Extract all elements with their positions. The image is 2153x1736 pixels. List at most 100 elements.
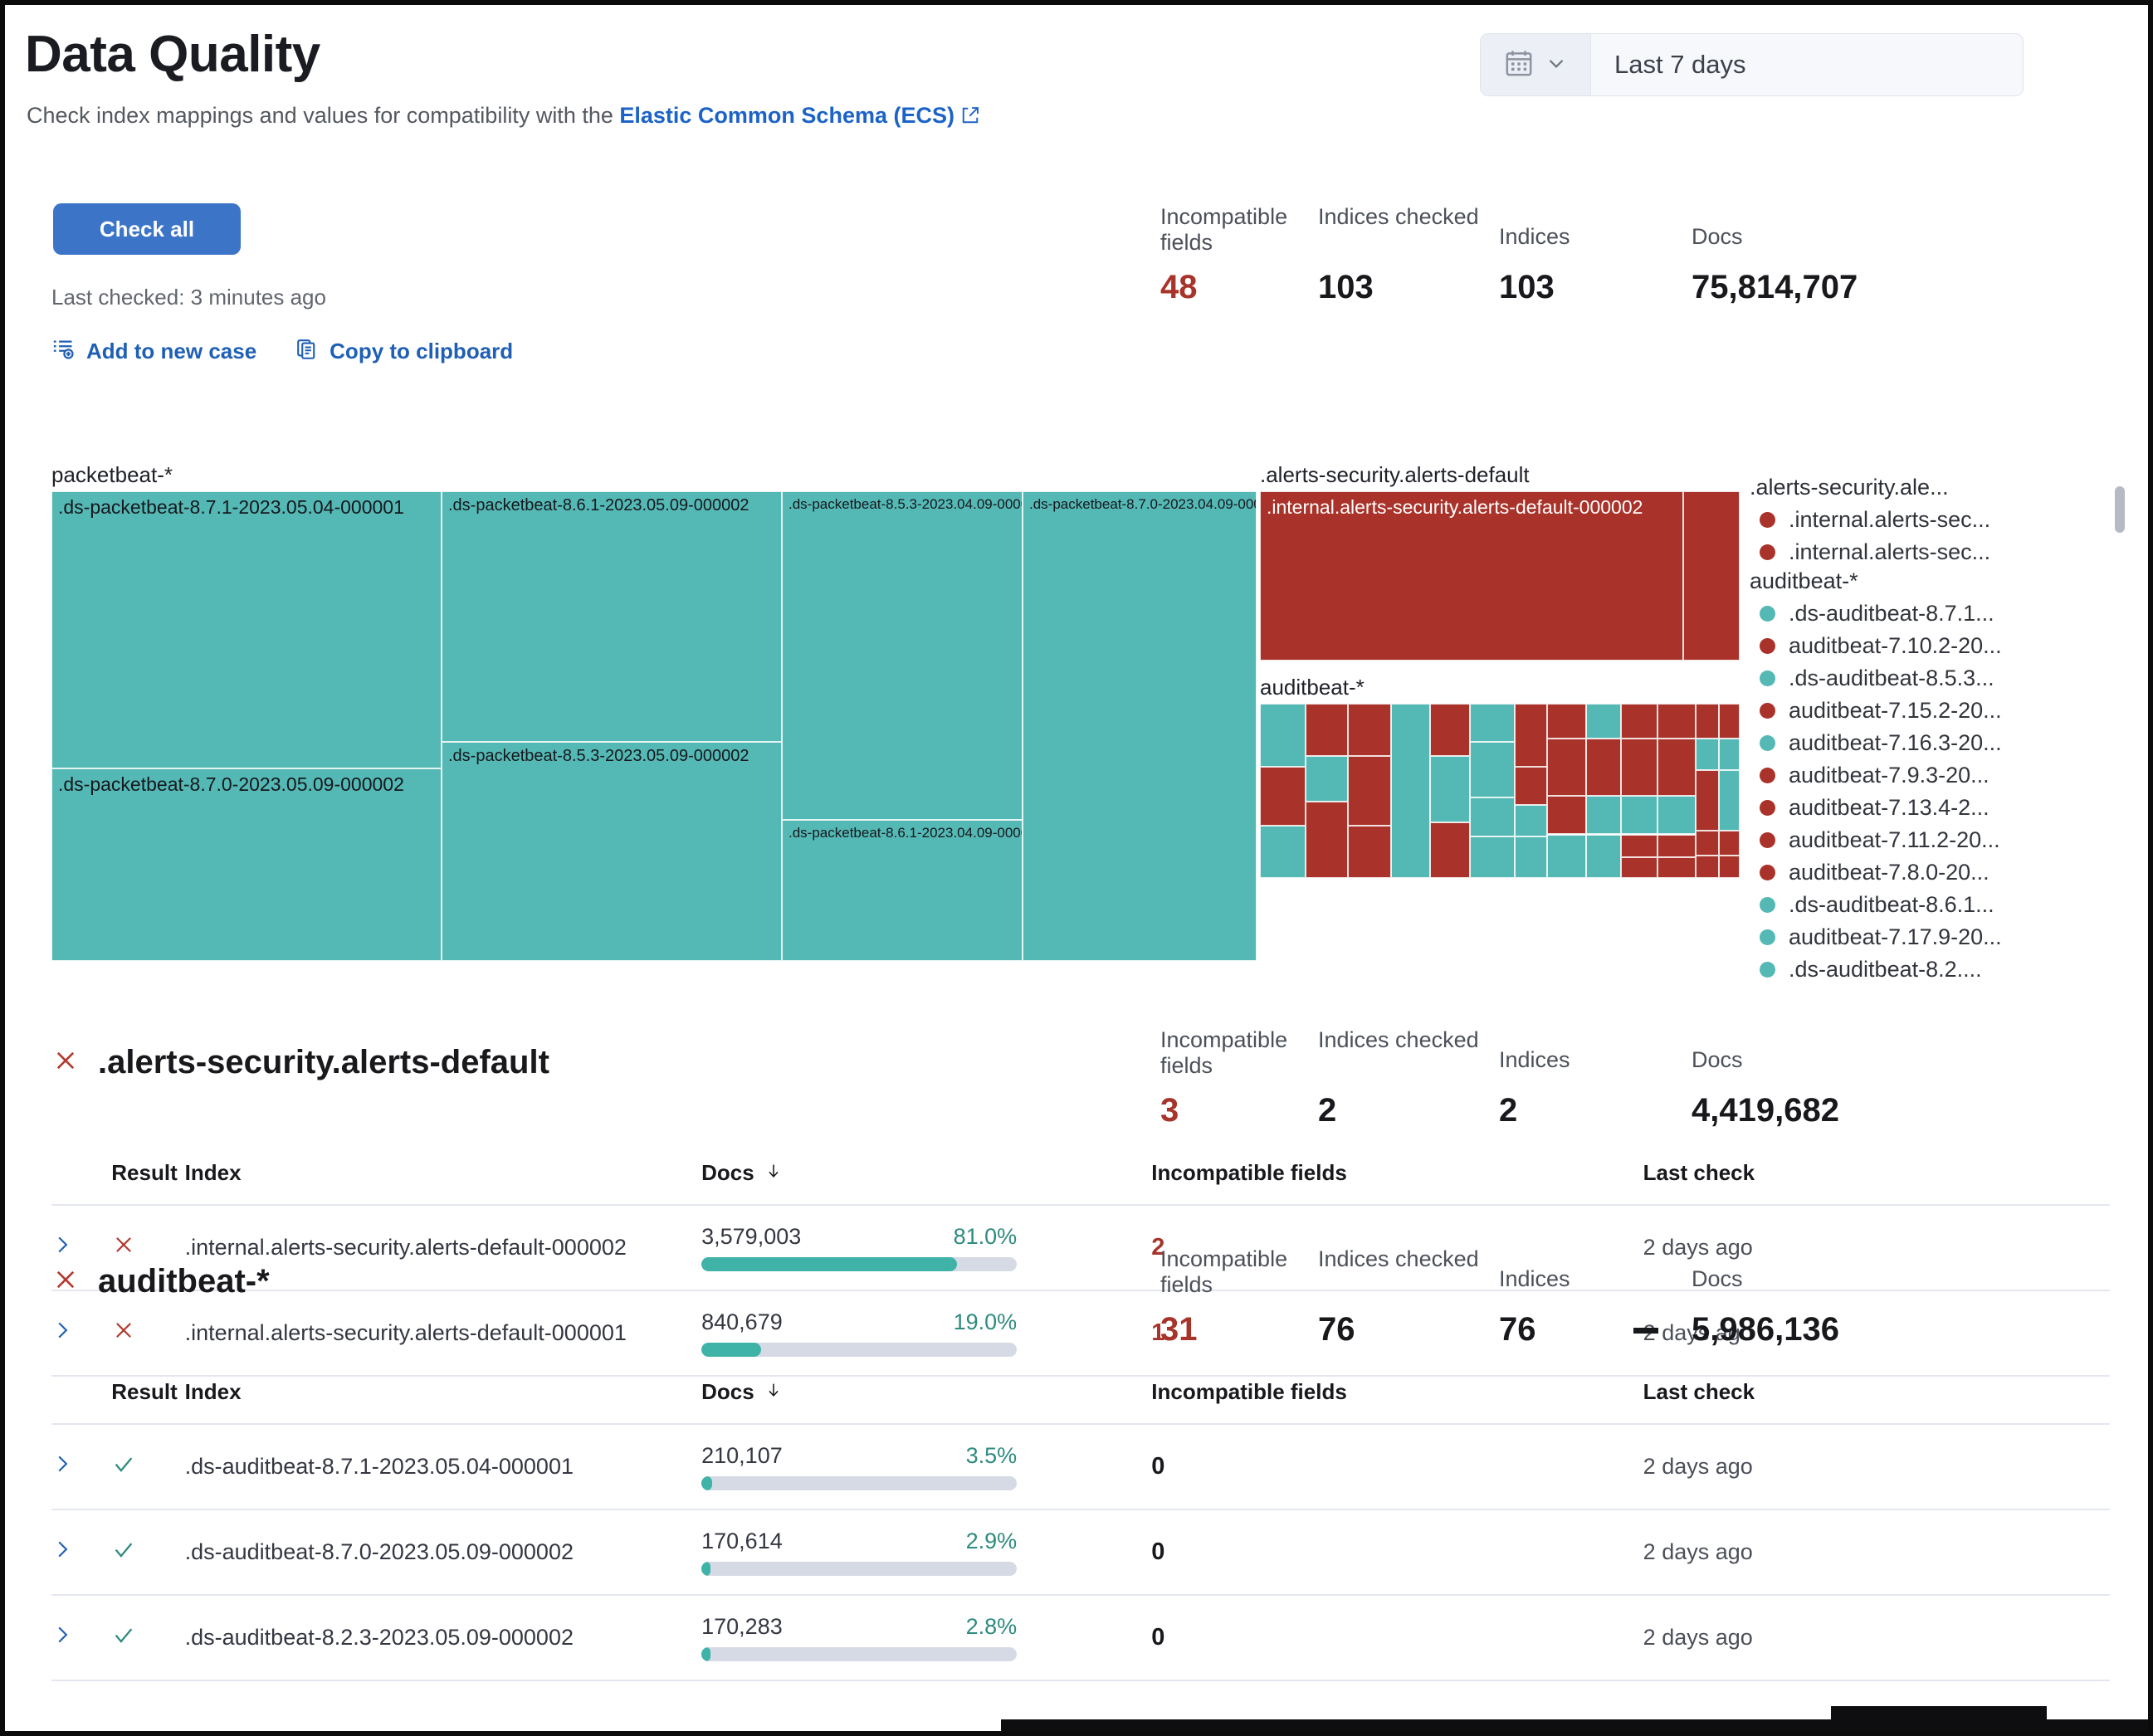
treemap-tile[interactable]: .ds-packetbeat-8.6.1-2023.05.09-000002 xyxy=(442,491,782,742)
treemap-tile[interactable] xyxy=(1260,767,1306,826)
treemap-legend[interactable]: .alerts-security.ale....internal.alerts-… xyxy=(1750,475,2024,981)
date-picker-quick-menu[interactable] xyxy=(1481,34,1591,95)
legend-item[interactable]: .ds-auditbeat-8.7.1... xyxy=(1750,597,2024,630)
copy-to-clipboard-button[interactable]: Copy to clipboard xyxy=(295,337,513,366)
treemap-tile[interactable]: .ds-packetbeat-8.5.3-2023.04.09-000001 xyxy=(782,491,1023,820)
treemap-tile[interactable] xyxy=(1515,836,1546,878)
column-header-docs[interactable]: Docs xyxy=(701,1160,1151,1205)
treemap-tile[interactable] xyxy=(1657,739,1696,796)
treemap-tile[interactable]: .ds-packetbeat-8.6.1-2023.04.09-000001 xyxy=(782,820,1023,961)
treemap-tile[interactable]: .internal.alerts-security.alerts-default… xyxy=(1260,491,1683,661)
legend-item[interactable]: auditbeat-7.9.3-20... xyxy=(1750,759,2024,792)
treemap-tile[interactable] xyxy=(1719,831,1740,855)
treemap-tile[interactable] xyxy=(1430,704,1469,756)
legend-item[interactable]: .ds-auditbeat-8.5.3... xyxy=(1750,662,2024,695)
add-to-new-case-button[interactable]: Add to new case xyxy=(51,337,256,366)
treemap-tile[interactable] xyxy=(1621,857,1657,878)
treemap-tile[interactable] xyxy=(1696,770,1719,831)
treemap-tile[interactable] xyxy=(1547,704,1586,739)
legend-item[interactable]: .ds-auditbeat-8.6.1... xyxy=(1750,889,2024,921)
expand-row-button[interactable] xyxy=(51,1509,111,1595)
date-range-value[interactable]: Last 7 days xyxy=(1591,50,2023,80)
column-header-incompatible-fields[interactable]: Incompatible fields xyxy=(1151,1160,1643,1205)
treemap-tile[interactable] xyxy=(1348,826,1391,878)
column-header-index[interactable]: Index xyxy=(185,1379,702,1424)
treemap-tile[interactable] xyxy=(1657,857,1696,878)
column-header-result[interactable]: Result xyxy=(111,1160,184,1205)
ecs-link[interactable]: Elastic Common Schema (ECS) xyxy=(619,103,954,128)
treemap-tile[interactable] xyxy=(1621,835,1657,857)
column-header-docs[interactable]: Docs xyxy=(701,1379,1151,1424)
date-range-picker[interactable]: Last 7 days xyxy=(1480,33,2024,96)
legend-item[interactable]: .ds-auditbeat-8.2.... xyxy=(1750,953,2024,981)
treemap-tile[interactable] xyxy=(1657,796,1696,834)
treemap-tile[interactable]: .ds-packetbeat-8.7.1-2023.05.04-000001 xyxy=(51,491,442,768)
column-header-last-check[interactable]: Last check xyxy=(1643,1160,2110,1205)
treemap-tile[interactable] xyxy=(1470,836,1516,878)
treemap-tile[interactable] xyxy=(1430,822,1469,878)
treemap-tile[interactable] xyxy=(1470,797,1516,836)
treemap-tile[interactable] xyxy=(1348,704,1391,756)
treemap-tile[interactable] xyxy=(1260,704,1306,767)
treemap-tile[interactable] xyxy=(1696,739,1719,770)
legend-item[interactable]: auditbeat-7.8.0-20... xyxy=(1750,856,2024,889)
treemap-tile[interactable] xyxy=(1683,491,1740,661)
column-header-result[interactable]: Result xyxy=(111,1379,184,1424)
expand-row-button[interactable] xyxy=(51,1595,111,1680)
treemap-tile[interactable] xyxy=(1657,835,1696,857)
treemap-tile[interactable] xyxy=(1719,770,1740,831)
treemap-tile[interactable] xyxy=(1391,704,1430,878)
treemap-tile[interactable] xyxy=(1306,756,1348,802)
legend-item[interactable]: auditbeat-7.16.3-20... xyxy=(1750,727,2024,759)
treemap-tile[interactable] xyxy=(1696,831,1719,855)
treemap-tile[interactable] xyxy=(1547,796,1586,834)
treemap-tile[interactable] xyxy=(1657,704,1696,739)
treemap-tile[interactable] xyxy=(1515,805,1546,836)
legend-item[interactable]: auditbeat-7.13.4-2... xyxy=(1750,792,2024,824)
treemap-tile[interactable] xyxy=(1586,739,1621,796)
legend-item[interactable]: auditbeat-7.17.9-20... xyxy=(1750,921,2024,953)
treemap-tile[interactable] xyxy=(1719,704,1740,739)
table-row[interactable]: .ds-auditbeat-8.7.1-2023.05.04-000001210… xyxy=(51,1424,2110,1509)
treemap-tile[interactable] xyxy=(1470,742,1516,797)
table-row[interactable]: .ds-auditbeat-8.7.0-2023.05.09-000002170… xyxy=(51,1509,2110,1595)
treemap-tile[interactable] xyxy=(1586,796,1621,834)
column-header-index[interactable]: Index xyxy=(185,1160,702,1205)
treemap-tile[interactable] xyxy=(1515,704,1546,767)
treemap-tile[interactable] xyxy=(1306,704,1348,756)
column-header-last-check[interactable]: Last check xyxy=(1643,1379,2110,1424)
treemap-tile[interactable] xyxy=(1586,835,1621,879)
treemap-tile[interactable] xyxy=(1515,767,1546,805)
treemap-tile[interactable]: .ds-packetbeat-8.7.0-2023.04.09-000001 xyxy=(1023,491,1257,961)
treemap-tile[interactable] xyxy=(1719,739,1740,770)
treemap-tile[interactable] xyxy=(1586,704,1621,739)
treemap-tile[interactable] xyxy=(1621,796,1657,834)
treemap-tile[interactable] xyxy=(1348,756,1391,826)
treemap-tile[interactable] xyxy=(1260,826,1306,878)
table-row[interactable]: .ds-auditbeat-8.2.3-2023.05.09-000002170… xyxy=(51,1595,2110,1680)
expand-row-button[interactable] xyxy=(51,1424,111,1509)
legend-item[interactable]: auditbeat-7.15.2-20... xyxy=(1750,695,2024,727)
treemap-tile[interactable] xyxy=(1719,856,1740,878)
treemap-tile[interactable] xyxy=(1696,704,1719,739)
treemap-tile[interactable] xyxy=(1470,704,1516,742)
scrollbar-thumb[interactable] xyxy=(2115,486,2125,533)
treemap-tile[interactable] xyxy=(1306,802,1348,878)
legend-item[interactable]: .internal.alerts-sec... xyxy=(1750,504,2024,536)
treemap-tile[interactable] xyxy=(1547,835,1586,879)
stat-label: Docs xyxy=(1692,204,1982,264)
legend-item[interactable]: auditbeat-7.11.2-20... xyxy=(1750,824,2024,856)
treemap-tile[interactable] xyxy=(1430,756,1469,822)
treemap-tile[interactable]: .ds-packetbeat-8.5.3-2023.05.09-000002 xyxy=(442,742,782,961)
treemap-tile[interactable] xyxy=(1547,739,1586,796)
legend-item[interactable]: .internal.alerts-sec... xyxy=(1750,536,2024,568)
column-header-incompatible-fields[interactable]: Incompatible fields xyxy=(1151,1379,1643,1424)
check-all-button[interactable]: Check all xyxy=(53,203,241,255)
treemap-tile[interactable] xyxy=(1621,739,1657,796)
legend-item[interactable]: auditbeat-7.10.2-20... xyxy=(1750,630,2024,662)
treemap-tile[interactable]: .ds-packetbeat-8.7.0-2023.05.09-000002 xyxy=(51,768,442,961)
treemap-legend-scrollbar[interactable] xyxy=(2115,475,2125,981)
treemap-tile[interactable] xyxy=(1696,856,1719,878)
row-docs-bar-fill xyxy=(701,1562,710,1576)
treemap-tile[interactable] xyxy=(1621,704,1657,739)
